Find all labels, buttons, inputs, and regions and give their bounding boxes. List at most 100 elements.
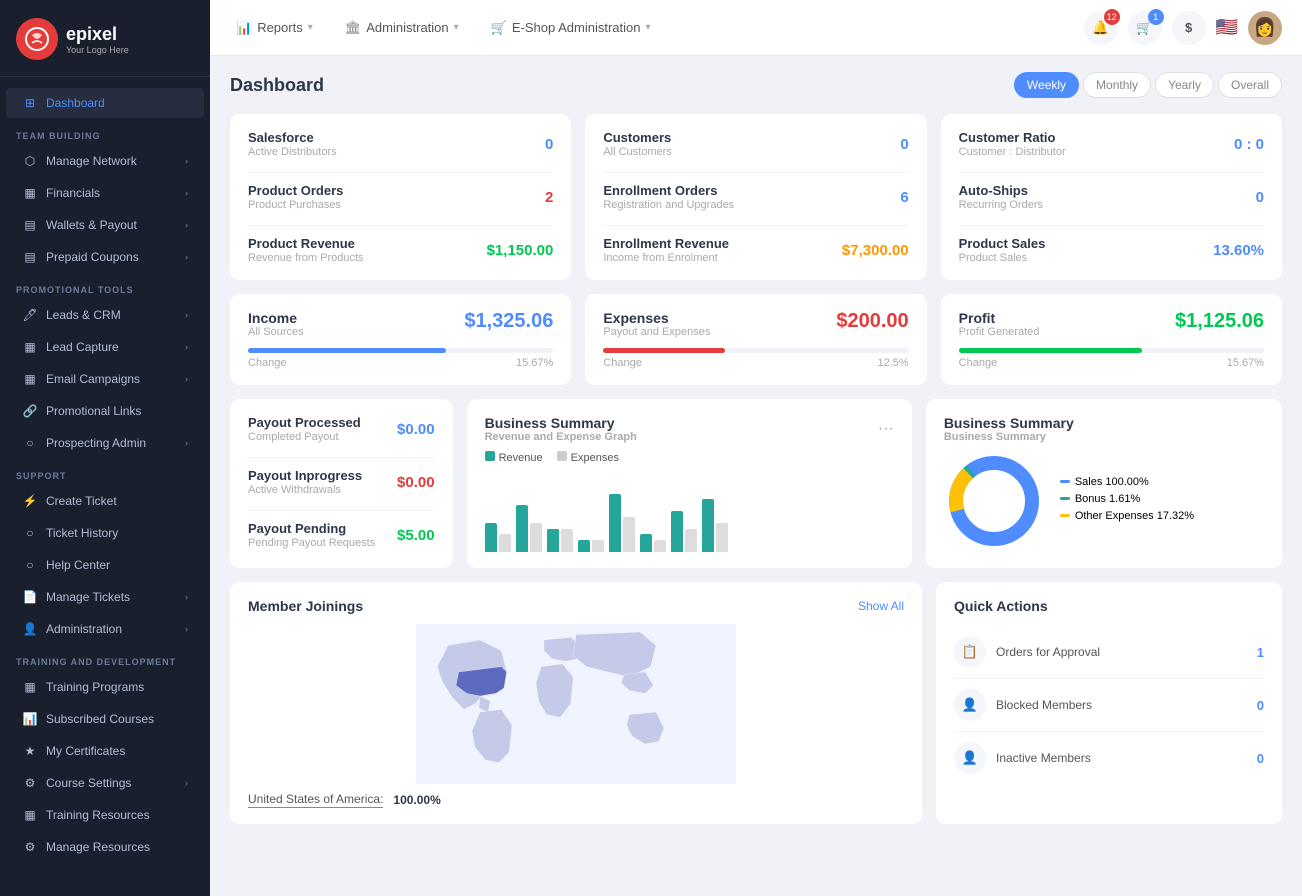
- chevron-icon: ›: [185, 592, 188, 602]
- top-navigation: 📊 Reports ▾ 🏛 Administration ▾ 🛒 E-Shop …: [210, 0, 1302, 56]
- bottom-row: Member Joinings Show All: [230, 582, 1282, 824]
- summary-row: Income All Sources $1,325.06 Change 15.6…: [230, 294, 1282, 385]
- nav-administration[interactable]: 🏛 Administration ▾: [339, 16, 465, 40]
- tab-monthly[interactable]: Monthly: [1083, 72, 1151, 98]
- tab-overall[interactable]: Overall: [1218, 72, 1282, 98]
- income-card: Income All Sources $1,325.06 Change 15.6…: [230, 294, 571, 385]
- tab-weekly[interactable]: Weekly: [1014, 72, 1079, 98]
- sidebar-item-email-campaigns[interactable]: ▦Email Campaigns ›: [6, 364, 204, 394]
- tab-yearly[interactable]: Yearly: [1155, 72, 1214, 98]
- expense-bar: [654, 540, 666, 552]
- bs-row: Payout ProcessedCompleted Payout $0.00 P…: [230, 399, 1282, 568]
- dashboard-content: Dashboard Weekly Monthly Yearly Overall …: [210, 56, 1302, 896]
- bar-chart: [485, 472, 894, 552]
- sidebar-item-manage-resources[interactable]: ⚙Manage Resources: [6, 832, 204, 862]
- payout-card: Payout ProcessedCompleted Payout $0.00 P…: [230, 399, 453, 568]
- sidebar-item-leads-crm[interactable]: 🖊Leads & CRM ›: [6, 300, 204, 330]
- stats-cards-row: SalesforceActive Distributors 0 Product …: [230, 114, 1282, 280]
- sidebar-item-create-ticket[interactable]: ⚡Create Ticket: [6, 486, 204, 516]
- ticket-create-icon: ⚡: [22, 493, 38, 509]
- chevron-icon: ›: [185, 342, 188, 352]
- nav-reports[interactable]: 📊 Reports ▾: [230, 16, 319, 40]
- sidebar-item-dashboard[interactable]: ⊞ Dashboard: [6, 88, 204, 118]
- settings-icon: ⚙: [22, 775, 38, 791]
- eshop-icon: 🛒: [491, 20, 507, 36]
- bar-group: [640, 534, 666, 552]
- bar-group: [671, 511, 697, 552]
- section-promotional: PROMOTIONAL TOOLS: [0, 273, 210, 299]
- revenue-bar: [516, 505, 528, 552]
- main-content: 📊 Reports ▾ 🏛 Administration ▾ 🛒 E-Shop …: [210, 0, 1302, 896]
- sidebar-item-prepaid-coupons[interactable]: ▤Prepaid Coupons ›: [6, 242, 204, 272]
- chevron-icon: ›: [185, 374, 188, 384]
- chevron-icon: ›: [185, 156, 188, 166]
- orders-approval-icon: 📋: [954, 636, 986, 668]
- financials-icon: ▦: [22, 185, 38, 201]
- resources-icon: ▦: [22, 807, 38, 823]
- sidebar-item-lead-capture[interactable]: ▦Lead Capture ›: [6, 332, 204, 362]
- currency-button[interactable]: $: [1172, 11, 1206, 45]
- logo-text: epixel Your Logo Here: [66, 24, 129, 55]
- expense-bar: [499, 534, 511, 552]
- revenue-bar: [702, 499, 714, 552]
- dashboard-icon: ⊞: [22, 95, 38, 111]
- language-flag[interactable]: 🇺🇸: [1216, 17, 1238, 38]
- nav-eshop[interactable]: 🛒 E-Shop Administration ▾: [485, 16, 657, 40]
- sidebar-item-ticket-history[interactable]: ○Ticket History: [6, 518, 204, 548]
- help-icon: ○: [22, 557, 38, 573]
- stats-card-col2: CustomersAll Customers 0 Enrollment Orde…: [585, 114, 926, 280]
- sidebar-item-promotional-links[interactable]: 🔗Promotional Links: [6, 396, 204, 426]
- sidebar-item-training-programs[interactable]: ▦Training Programs: [6, 672, 204, 702]
- sidebar-item-prospecting[interactable]: ○Prospecting Admin ›: [6, 428, 204, 458]
- coupon-icon: ▤: [22, 249, 38, 265]
- stats-card-col3: Customer RatioCustomer : Distributor 0 :…: [941, 114, 1282, 280]
- chevron-icon: ›: [185, 624, 188, 634]
- sidebar-item-support-admin[interactable]: 👤Administration ›: [6, 614, 204, 644]
- cart-button[interactable]: 🛒 1: [1128, 11, 1162, 45]
- section-team-building: TEAM BUILDING: [0, 119, 210, 145]
- sidebar-item-manage-network[interactable]: ⬡Manage Network ›: [6, 146, 204, 176]
- revenue-bar: [609, 494, 621, 552]
- bar-group: [702, 499, 728, 552]
- cert-icon: ★: [22, 743, 38, 759]
- sidebar-item-help-center[interactable]: ○Help Center: [6, 550, 204, 580]
- reports-icon: 📊: [236, 20, 252, 36]
- expense-bar: [716, 523, 728, 552]
- user-avatar[interactable]: 👩: [1248, 11, 1282, 45]
- quick-actions-card: Quick Actions 📋 Orders for Approval 1 👤 …: [936, 582, 1282, 824]
- blocked-members-icon: 👤: [954, 689, 986, 721]
- graph-options-button[interactable]: ···: [878, 420, 894, 438]
- revenue-bar: [547, 529, 559, 552]
- links-icon: 🔗: [22, 403, 38, 419]
- notifications-button[interactable]: 🔔 12: [1084, 11, 1118, 45]
- show-all-link[interactable]: Show All: [858, 599, 904, 613]
- qa-blocked-members: 👤 Blocked Members 0: [954, 679, 1264, 732]
- sidebar-item-manage-tickets[interactable]: 📄Manage Tickets ›: [6, 582, 204, 612]
- sidebar-item-subscribed-courses[interactable]: 📊Subscribed Courses: [6, 704, 204, 734]
- cart-badge: 1: [1148, 9, 1164, 25]
- bar-group: [516, 505, 542, 552]
- bar-group: [578, 540, 604, 552]
- business-summary-donut-card: Business Summary Business Summary Sales …: [926, 399, 1282, 568]
- qa-inactive-members: 👤 Inactive Members 0: [954, 732, 1264, 784]
- sidebar-item-my-certificates[interactable]: ★My Certificates: [6, 736, 204, 766]
- sidebar-item-training-resources[interactable]: ▦Training Resources: [6, 800, 204, 830]
- chevron-icon: ›: [185, 438, 188, 448]
- expense-bar: [561, 529, 573, 552]
- expenses-card: Expenses Payout and Expenses $200.00 Cha…: [585, 294, 926, 385]
- sidebar-item-financials[interactable]: ▦Financials ›: [6, 178, 204, 208]
- courses-icon: 📊: [22, 711, 38, 727]
- world-map: [248, 624, 904, 784]
- sidebar-item-wallets[interactable]: ▤Wallets & Payout ›: [6, 210, 204, 240]
- wallet-icon: ▤: [22, 217, 38, 233]
- content-header: Dashboard Weekly Monthly Yearly Overall: [230, 72, 1282, 98]
- email-icon: ▦: [22, 371, 38, 387]
- member-joinings-card: Member Joinings Show All: [230, 582, 922, 824]
- business-summary-graph-card: Business Summary Revenue and Expense Gra…: [467, 399, 912, 568]
- period-tabs: Weekly Monthly Yearly Overall: [1014, 72, 1282, 98]
- expense-bar: [592, 540, 604, 552]
- donut-legend: Sales 100.00% Bonus 1.61% Other Expenses…: [1060, 476, 1194, 527]
- sidebar-item-course-settings[interactable]: ⚙Course Settings ›: [6, 768, 204, 798]
- nav-left: 📊 Reports ▾ 🏛 Administration ▾ 🛒 E-Shop …: [230, 16, 657, 40]
- chevron-icon: ›: [185, 778, 188, 788]
